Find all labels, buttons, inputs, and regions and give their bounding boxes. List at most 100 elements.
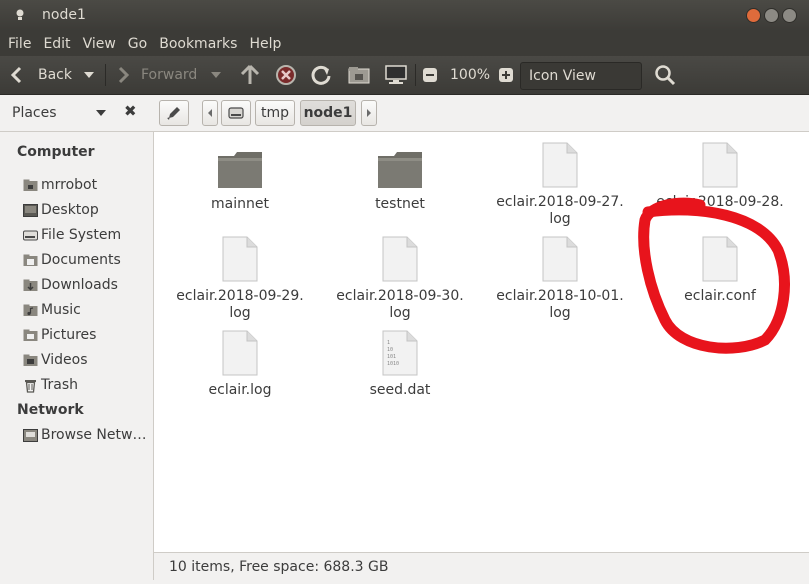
- home-button[interactable]: [347, 56, 371, 94]
- file-item-mainnet[interactable]: mainnet: [160, 150, 320, 213]
- breadcrumb-scroll-right[interactable]: [361, 100, 377, 126]
- pictures-icon: [22, 327, 38, 343]
- file-name: eclair.2018-09-29. log: [176, 288, 304, 321]
- folder-icon: [218, 152, 262, 188]
- forward-label: Forward: [141, 67, 198, 83]
- trash-icon: [22, 377, 38, 393]
- file-name: eclair.conf: [684, 288, 756, 304]
- file-view[interactable]: mainnet testnet eclair.2018-09-27. log e…: [154, 132, 809, 552]
- breadcrumb-node1[interactable]: node1: [300, 100, 356, 126]
- videos-icon: [22, 352, 38, 368]
- menu-view[interactable]: View: [79, 36, 120, 52]
- sidebar-item-label: mrrobot: [41, 177, 98, 193]
- file-item-eclair-2018-09-28[interactable]: eclair.2018-09-28.: [640, 142, 800, 211]
- documents-icon: [22, 252, 38, 268]
- toolbar-separator: [105, 64, 106, 86]
- sidebar-item-label: Desktop: [41, 202, 99, 218]
- svg-text:1010: 1010: [387, 361, 399, 367]
- up-button[interactable]: [240, 56, 260, 94]
- close-window-button[interactable]: [746, 8, 761, 23]
- file-item-eclair-2018-10-01-log[interactable]: eclair.2018-10-01. log: [480, 236, 640, 322]
- text-file-icon: [542, 142, 578, 188]
- drive-icon: [22, 227, 38, 243]
- location-bar: Places ✖ tmp node1: [0, 95, 809, 132]
- drive-icon: [228, 107, 244, 119]
- svg-text:10: 10: [387, 347, 393, 353]
- sidebar-item-downloads[interactable]: Downloads: [22, 275, 118, 295]
- edit-location-button[interactable]: [159, 100, 189, 126]
- zoom-out-button[interactable]: [422, 56, 438, 94]
- file-item-eclair-2018-09-29-log[interactable]: eclair.2018-09-29. log: [160, 236, 320, 322]
- places-dropdown-icon[interactable]: [96, 110, 106, 116]
- file-name: eclair.2018-09-28.: [656, 194, 784, 210]
- forward-arrow-icon: [118, 66, 130, 84]
- close-sidebar-icon[interactable]: ✖: [124, 102, 137, 120]
- svg-text:101: 101: [387, 354, 396, 360]
- sidebar-item-music[interactable]: Music: [22, 300, 81, 320]
- file-item-seed-dat[interactable]: 1 10 101 1010 seed.dat: [320, 330, 480, 399]
- home-folder-icon: [348, 67, 370, 84]
- back-button[interactable]: Back: [10, 56, 94, 94]
- zoom-level[interactable]: 100%: [450, 56, 490, 94]
- stop-icon: [276, 65, 296, 85]
- back-history-dropdown-icon[interactable]: [84, 72, 94, 78]
- status-bar: 10 items, Free space: 688.3 GB: [154, 552, 809, 581]
- file-item-eclair-2018-09-30-log[interactable]: eclair.2018-09-30. log: [320, 236, 480, 322]
- sidebar-item-label: Videos: [41, 352, 88, 368]
- sidebar-item-label: File System: [41, 227, 122, 243]
- window-menu-icon[interactable]: [15, 9, 25, 21]
- binary-file-icon: 1101011010: [382, 330, 418, 376]
- breadcrumb-tmp-label: tmp: [260, 105, 289, 121]
- reload-button[interactable]: [310, 56, 332, 94]
- breadcrumb-scroll-left[interactable]: [202, 100, 218, 126]
- file-item-eclair-conf[interactable]: eclair.conf: [640, 236, 800, 305]
- computer-button[interactable]: [384, 56, 408, 94]
- search-icon: [655, 65, 676, 86]
- sidebar-heading-computer: Computer: [17, 144, 95, 160]
- file-name: eclair.2018-09-27. log: [496, 194, 624, 227]
- places-label: Places: [12, 105, 57, 121]
- maximize-window-button[interactable]: [782, 8, 797, 23]
- menu-go[interactable]: Go: [124, 36, 151, 52]
- pencil-icon: [167, 107, 180, 120]
- sidebar-item-file-system[interactable]: File System: [22, 225, 121, 245]
- file-item-eclair-log[interactable]: eclair.log: [160, 330, 320, 399]
- forward-button[interactable]: Forward: [116, 56, 222, 94]
- breadcrumb-root[interactable]: [221, 100, 251, 126]
- menu-bookmarks[interactable]: Bookmarks: [155, 36, 241, 52]
- text-file-icon: [222, 330, 258, 376]
- view-mode-select[interactable]: Icon View: [520, 62, 642, 90]
- zoom-in-button[interactable]: [498, 56, 514, 94]
- view-mode-label: Icon View: [529, 68, 596, 84]
- forward-history-dropdown-icon[interactable]: [211, 72, 222, 78]
- sidebar-item-videos[interactable]: Videos: [22, 350, 88, 370]
- sidebar-item-mrrobot[interactable]: mrrobot: [22, 175, 97, 195]
- file-name: testnet: [375, 196, 425, 212]
- file-item-testnet[interactable]: testnet: [320, 150, 480, 213]
- sidebar-item-trash[interactable]: Trash: [22, 375, 78, 395]
- computer-icon: [385, 65, 407, 84]
- menu-file[interactable]: File: [4, 36, 35, 52]
- file-name: eclair.2018-10-01. log: [496, 288, 624, 321]
- breadcrumb-node1-label: node1: [303, 105, 353, 121]
- sidebar-item-label: Browse Netw…: [41, 427, 147, 443]
- search-button[interactable]: [654, 56, 676, 94]
- sidebar: Computer mrrobot Desktop File System Doc…: [0, 132, 154, 580]
- menu-edit[interactable]: Edit: [39, 36, 74, 52]
- sidebar-item-pictures[interactable]: Pictures: [22, 325, 96, 345]
- sidebar-item-label: Music: [41, 302, 81, 318]
- reload-icon: [311, 65, 331, 85]
- breadcrumb-tmp[interactable]: tmp: [255, 100, 295, 126]
- sidebar-item-documents[interactable]: Documents: [22, 250, 121, 270]
- file-name: eclair.2018-09-30. log: [336, 288, 464, 321]
- toolbar: Back Forward 100% Icon View: [0, 56, 809, 95]
- file-name: seed.dat: [369, 382, 431, 398]
- places-selector[interactable]: Places: [12, 95, 57, 131]
- file-item-eclair-2018-09-27-log[interactable]: eclair.2018-09-27. log: [480, 142, 640, 228]
- menu-help[interactable]: Help: [245, 36, 285, 52]
- minimize-window-button[interactable]: [764, 8, 779, 23]
- sidebar-item-browse-network[interactable]: Browse Netw…: [22, 425, 146, 445]
- text-file-icon: [382, 236, 418, 282]
- stop-button[interactable]: [275, 56, 297, 94]
- sidebar-item-desktop[interactable]: Desktop: [22, 200, 99, 220]
